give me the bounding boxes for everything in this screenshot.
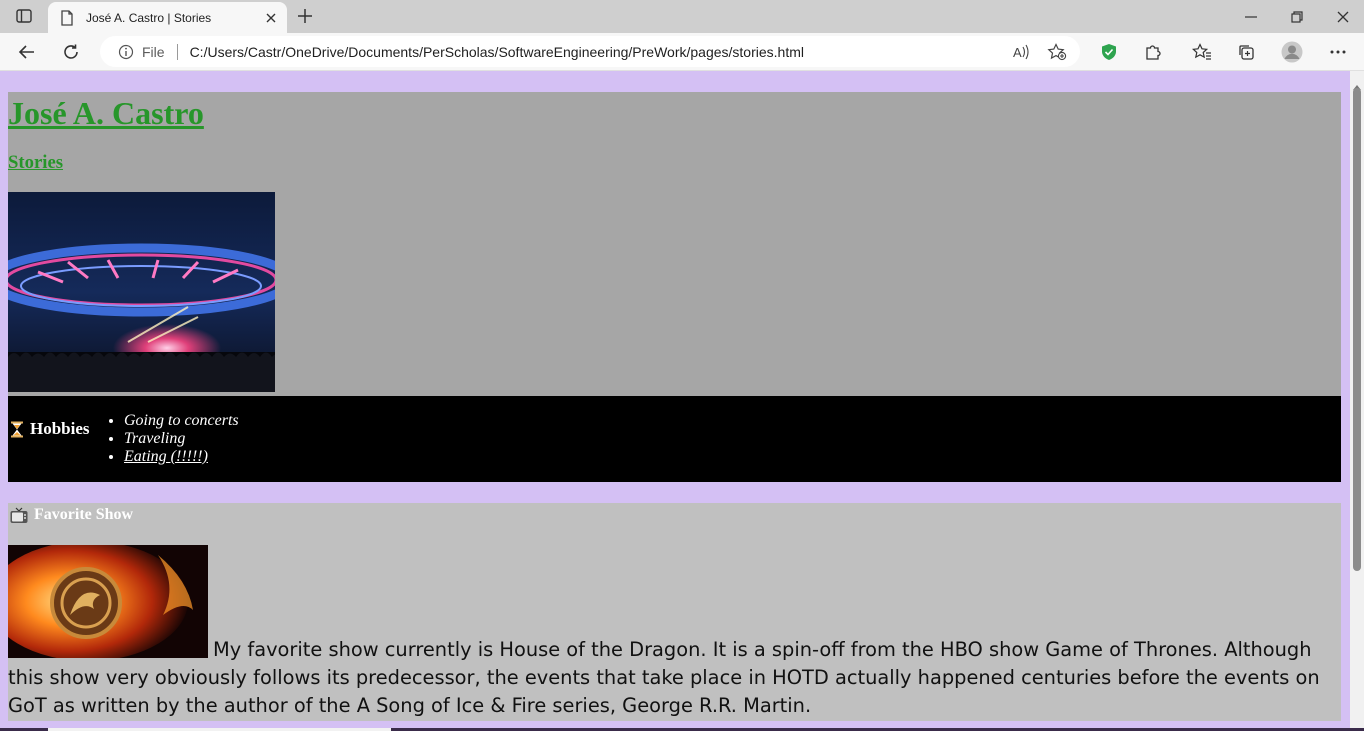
browser-tab[interactable]: José A. Castro | Stories <box>48 2 287 33</box>
concert-image <box>8 192 275 392</box>
browser-toolbar: File C:/Users/Castr/OneDrive/Documents/P… <box>0 33 1364 71</box>
page-header: José A. Castro Stories <box>8 92 1341 396</box>
page-icon <box>60 9 74 26</box>
list-item: Going to concerts <box>124 412 239 430</box>
vertical-scrollbar[interactable] <box>1350 71 1364 731</box>
url-text[interactable]: C:/Users/Castr/OneDrive/Documents/PerSch… <box>190 44 804 60</box>
hourglass-icon <box>10 421 24 438</box>
hobbies-section: Hobbies Going to concerts Traveling Eati… <box>8 396 1341 482</box>
tab-strip: José A. Castro | Stories <box>0 0 1364 33</box>
svg-text:A: A <box>1013 45 1022 60</box>
read-aloud-icon[interactable]: A <box>1010 41 1032 63</box>
scrollbar-thumb[interactable] <box>1353 88 1361 571</box>
add-favorite-icon[interactable] <box>1046 41 1068 63</box>
tab-actions-icon[interactable] <box>8 4 40 28</box>
hobbies-list: Going to concerts Traveling Eating (!!!!… <box>124 412 239 466</box>
extensions-icon[interactable] <box>1138 37 1168 67</box>
close-tab-icon[interactable] <box>263 10 279 26</box>
close-window-button[interactable] <box>1320 0 1364 33</box>
show-title: Favorite Show <box>34 506 134 523</box>
hobbies-heading: Hobbies <box>10 419 90 439</box>
new-tab-button[interactable] <box>294 5 316 27</box>
address-bar[interactable]: File C:/Users/Castr/OneDrive/Documents/P… <box>100 36 1080 67</box>
favorites-icon[interactable] <box>1187 37 1217 67</box>
show-heading: Favorite Show <box>10 506 133 524</box>
list-item-link[interactable]: Eating (!!!!!) <box>124 448 239 466</box>
page-viewport: José A. Castro Stories Hobbies • Going t… <box>0 71 1350 731</box>
collections-icon[interactable] <box>1231 37 1261 67</box>
tab-title: José A. Castro | Stories <box>86 10 212 25</box>
info-icon[interactable] <box>118 44 134 60</box>
scheme-label: File <box>142 43 165 60</box>
shield-check-icon[interactable] <box>1094 37 1124 67</box>
show-description: My favorite show currently is House of t… <box>8 638 1320 717</box>
restore-button[interactable] <box>1274 0 1320 33</box>
hobbies-title: Hobbies <box>30 419 90 438</box>
back-button[interactable] <box>12 37 42 67</box>
tv-icon <box>10 507 28 524</box>
stories-link[interactable]: Stories <box>8 152 63 174</box>
favorite-show-section: Favorite Show My favorite show currently… <box>8 503 1341 721</box>
home-link[interactable]: José A. Castro <box>8 95 204 132</box>
divider <box>176 43 178 60</box>
refresh-button[interactable] <box>56 37 86 67</box>
avatar[interactable] <box>1277 37 1307 67</box>
minimize-button[interactable] <box>1228 0 1274 33</box>
list-item: Traveling <box>124 430 239 448</box>
more-menu-icon[interactable] <box>1323 37 1353 67</box>
